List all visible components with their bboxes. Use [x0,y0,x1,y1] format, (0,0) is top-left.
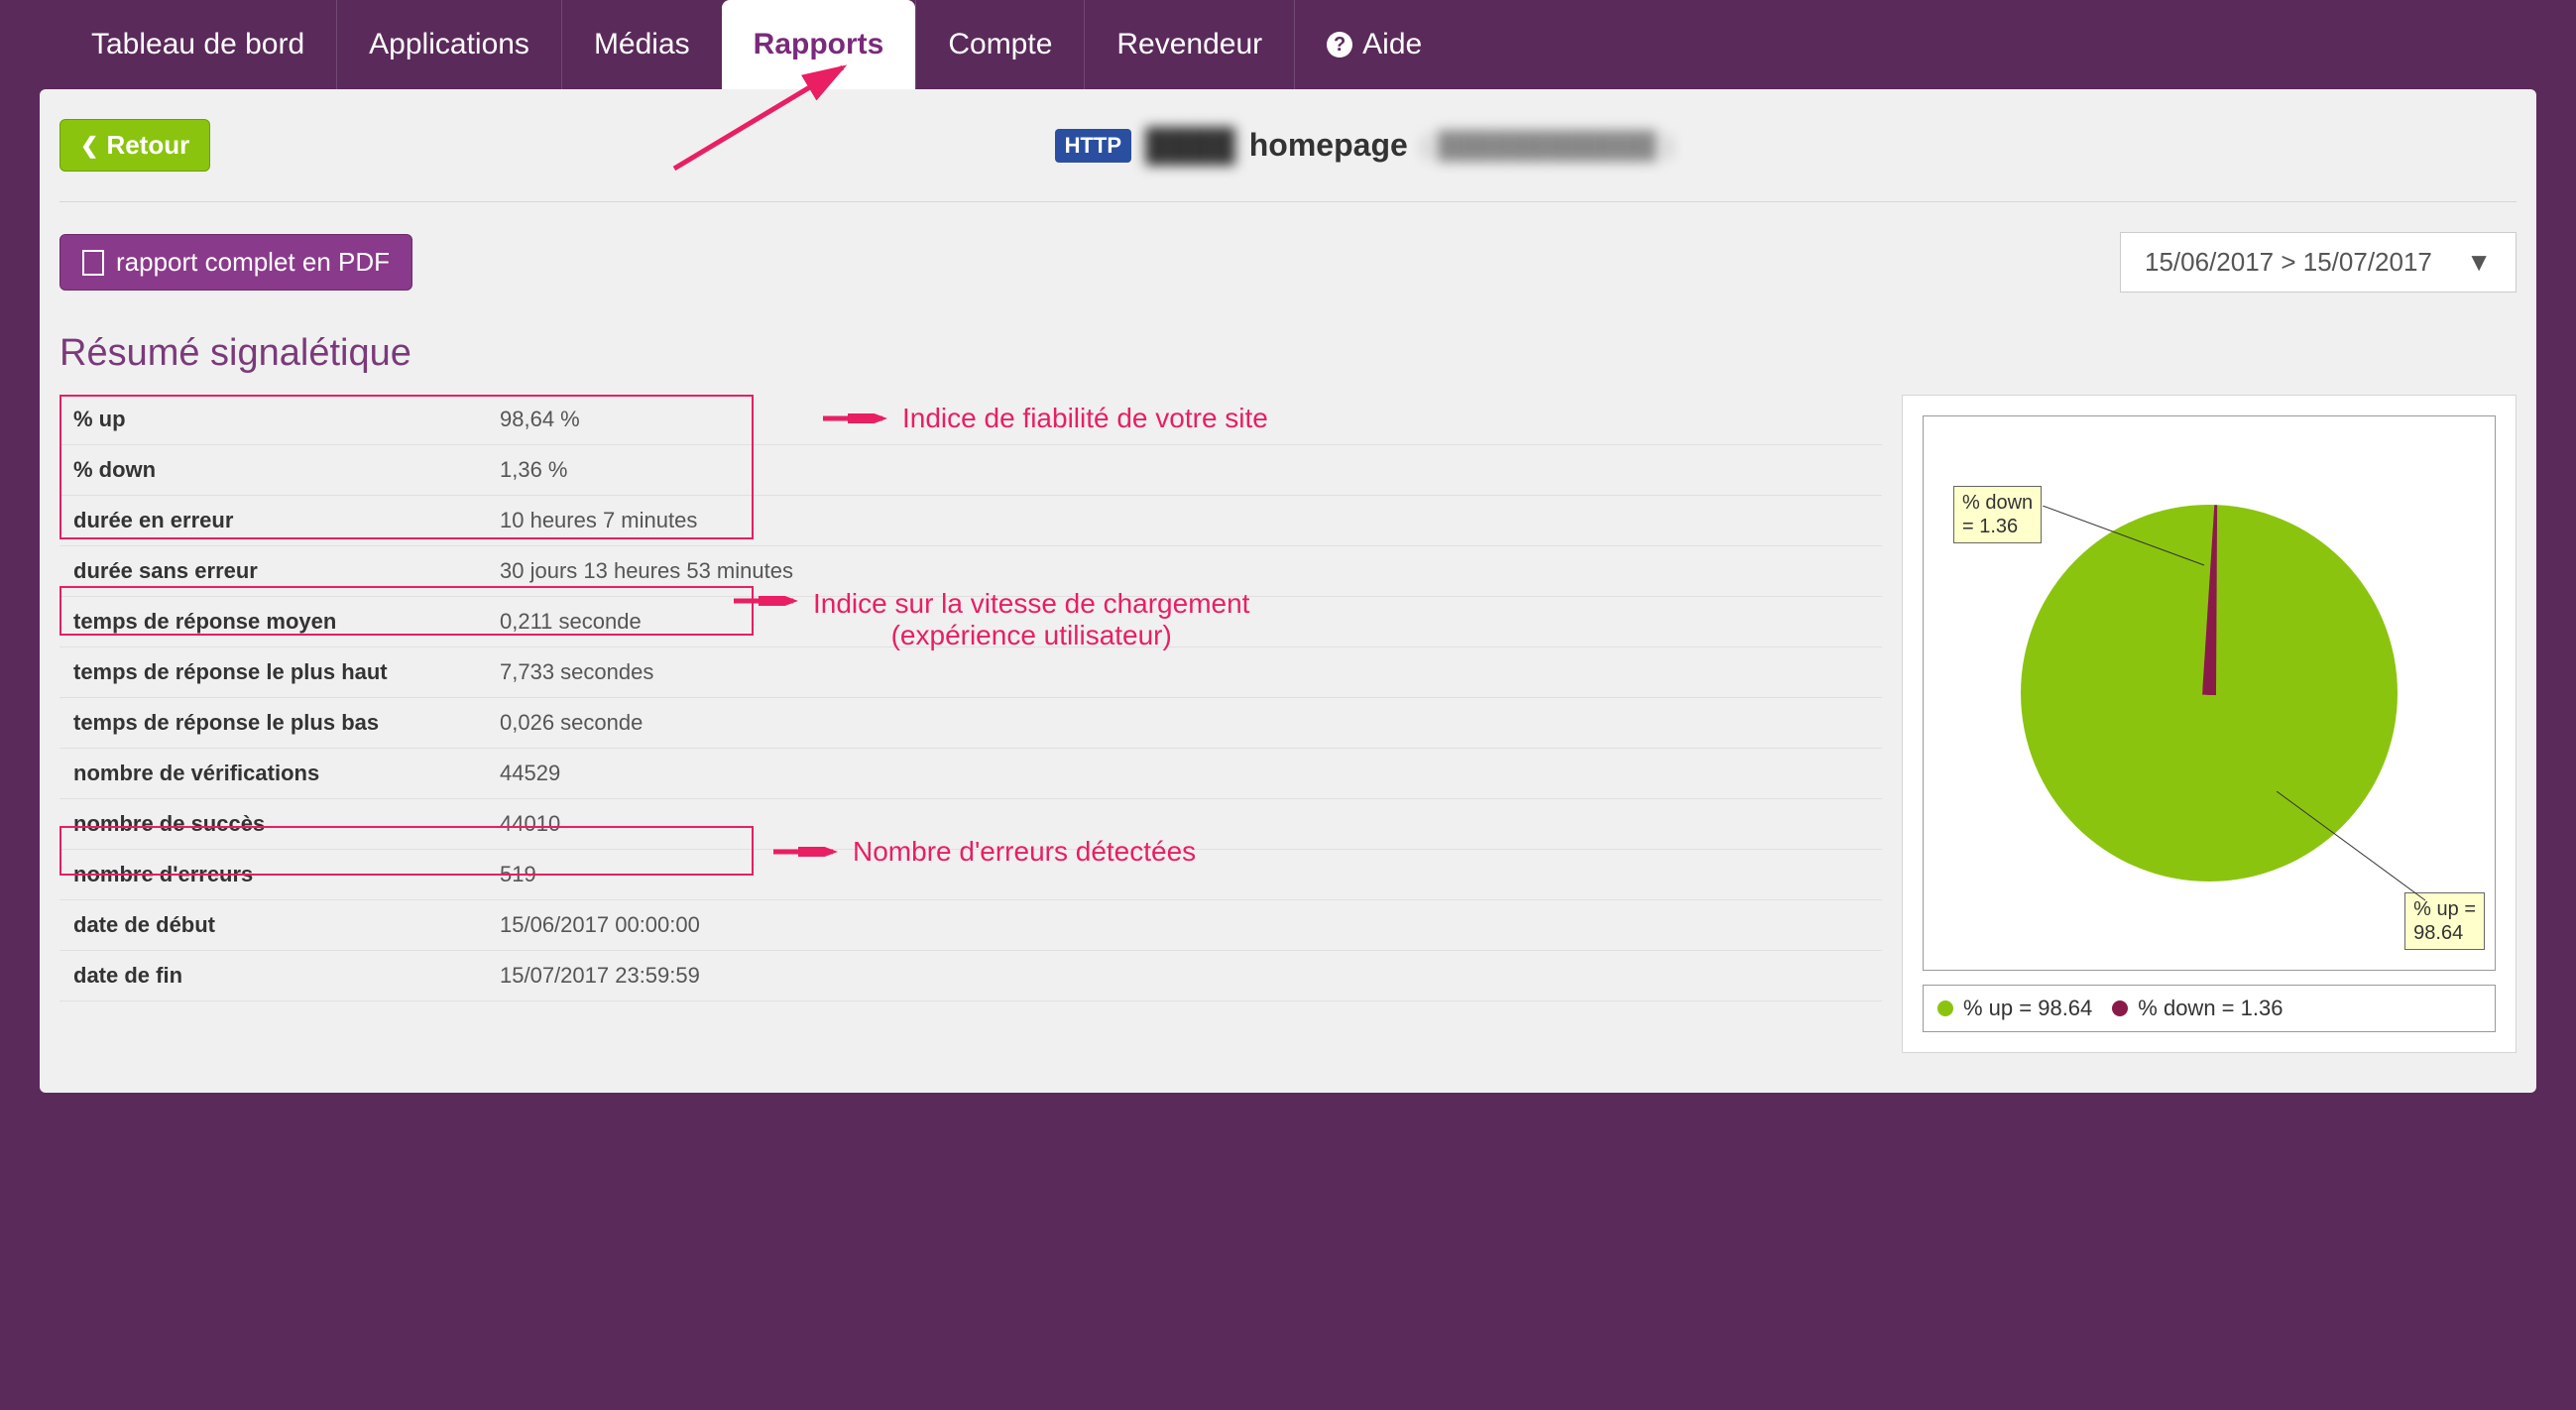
page-title: HTTP ████ homepage ( ████████████ ) [210,127,2517,164]
top-nav: Tableau de bord Applications Médias Rapp… [0,0,2576,89]
pie-leader-down [2043,506,2211,575]
chevron-left-icon: ❮ [80,133,98,159]
tab-dashboard[interactable]: Tableau de bord [59,0,336,89]
stat-value: 15/06/2017 00:00:00 [486,900,1882,951]
table-row: nombre d'erreurs519 [59,850,1882,900]
stat-value: 0,026 seconde [486,698,1882,749]
table-row: nombre de succès44010 [59,799,1882,850]
chevron-down-icon: ▼ [2466,247,2492,278]
stat-label: nombre de succès [59,799,486,850]
stat-label: date de début [59,900,486,951]
pdf-icon [82,250,104,276]
table-row: nombre de vérifications44529 [59,749,1882,799]
stat-value: 0,211 seconde [486,597,1882,647]
pie-label-down: % down % down = 1.36 = 1.36 [1953,486,2042,543]
stat-label: nombre de vérifications [59,749,486,799]
table-row: temps de réponse le plus bas0,026 second… [59,698,1882,749]
stat-label: temps de réponse le plus haut [59,647,486,698]
stats-table-area: % up98,64 %% down1,36 %durée en erreur10… [59,395,1882,1053]
title-redacted: ████ [1145,127,1235,164]
table-row: date de fin15/07/2017 23:59:59 [59,951,1882,1001]
pie-leader-up [2277,791,2435,910]
back-button[interactable]: ❮ Retour [59,119,210,172]
table-row: % up98,64 % [59,395,1882,445]
tab-revendeur[interactable]: Revendeur [1084,0,1294,89]
legend-dot-up [1937,1000,1953,1016]
stat-label: date de fin [59,951,486,1001]
stat-label: nombre d'erreurs [59,850,486,900]
legend-down-text: % down = 1.36 [2138,996,2283,1021]
tab-medias[interactable]: Médias [561,0,722,89]
stat-value: 44010 [486,799,1882,850]
legend-dot-down [2112,1000,2128,1016]
date-range-value: 15/06/2017 > 15/07/2017 [2145,247,2432,278]
table-row: date de début15/06/2017 00:00:00 [59,900,1882,951]
stat-value: 10 heures 7 minutes [486,496,1882,546]
table-row: durée en erreur10 heures 7 minutes [59,496,1882,546]
pie-wrap: % down % down = 1.36 = 1.36 % up = 98.64 [1923,415,2496,971]
pdf-export-button[interactable]: rapport complet en PDF [59,234,412,291]
tab-aide-label: Aide [1362,28,1422,61]
main-split: % up98,64 %% down1,36 %durée en erreur10… [59,395,2517,1053]
uptime-pie-chart: % down % down = 1.36 = 1.36 % up = 98.64… [1902,395,2517,1053]
tab-compte[interactable]: Compte [915,0,1084,89]
title-name: homepage [1249,127,1408,164]
stat-label: durée sans erreur [59,546,486,597]
pdf-label: rapport complet en PDF [116,247,390,278]
stats-table: % up98,64 %% down1,36 %durée en erreur10… [59,395,1882,1001]
table-row: temps de réponse le plus haut7,733 secon… [59,647,1882,698]
table-row: durée sans erreur30 jours 13 heures 53 m… [59,546,1882,597]
stat-value: 15/07/2017 23:59:59 [486,951,1882,1001]
stat-value: 7,733 secondes [486,647,1882,698]
stat-value: 519 [486,850,1882,900]
stat-value: 44529 [486,749,1882,799]
http-badge: HTTP [1055,129,1131,163]
content-panel: ❮ Retour HTTP ████ homepage ( ██████████… [40,89,2536,1093]
stat-label: % up [59,395,486,445]
tab-aide[interactable]: ? Aide [1294,0,1454,89]
stat-value: 30 jours 13 heures 53 minutes [486,546,1882,597]
toolbar: rapport complet en PDF 15/06/2017 > 15/0… [59,232,2517,293]
stat-label: temps de réponse moyen [59,597,486,647]
help-icon: ? [1327,32,1352,58]
pie-legend: % up = 98.64 % down = 1.36 [1923,985,2496,1032]
stat-value: 1,36 % [486,445,1882,496]
table-row: % down1,36 % [59,445,1882,496]
stat-label: durée en erreur [59,496,486,546]
section-title-resume: Résumé signalétique [59,332,2517,375]
stat-label: temps de réponse le plus bas [59,698,486,749]
page-header: ❮ Retour HTTP ████ homepage ( ██████████… [59,119,2517,202]
stat-value: 98,64 % [486,395,1882,445]
title-url-redacted: ( ████████████ ) [1422,130,1673,161]
back-label: Retour [106,130,189,161]
tab-applications[interactable]: Applications [336,0,561,89]
stat-label: % down [59,445,486,496]
date-range-select[interactable]: 15/06/2017 > 15/07/2017 ▼ [2120,232,2517,293]
table-row: temps de réponse moyen0,211 seconde [59,597,1882,647]
tab-rapports[interactable]: Rapports [722,0,916,89]
legend-up-text: % up = 98.64 [1963,996,2092,1021]
